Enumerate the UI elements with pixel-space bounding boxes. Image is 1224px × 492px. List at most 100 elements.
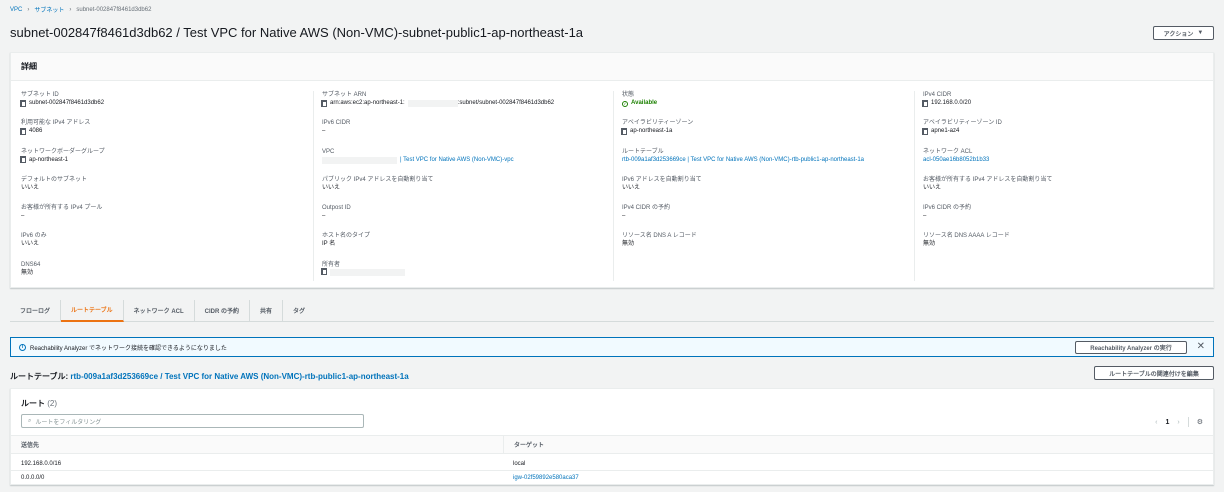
route-destination: 192.168.0.0/16 [21,460,62,467]
field-label: サブネット ID [21,92,59,98]
reachability-analyzer-button[interactable]: Reachability Analyzer の実行 [1075,341,1187,354]
copy-icon[interactable] [20,127,26,135]
copy-icon[interactable] [621,127,627,135]
route-table-link[interactable]: rtb-009a1af3d253669ce | Test VPC for Nat… [622,156,864,165]
field-label: デフォルトのサブネット [21,176,88,183]
route-table-heading-link[interactable]: rtb-009a1af3d253669ce / Test VPC for Nat… [70,372,408,381]
ipv4-cidr-value: 192.168.0.0/20 [931,100,972,106]
field-label: パブリック IPv4 アドレスを自動割り当て [322,176,434,183]
tab-tags[interactable]: タグ [283,300,315,322]
field-label: アベイラビリティーゾーン ID [923,120,1002,127]
tab-bar: フローログ ルートテーブル ネットワーク ACL CIDR の予約 共有 タグ [10,299,1214,322]
field-label: IPv6 アドレスを自動割り当て [622,176,702,183]
field-label: ネットワーク ACL [923,148,973,155]
field-label: IPv6 CIDR [322,120,351,127]
dns64-value: 無効 [21,269,34,276]
field-label: お客様が所有する IPv4 プール [21,205,103,212]
chevron-right-icon: › [27,6,30,13]
close-icon[interactable]: ✕ [1197,341,1205,352]
copy-icon[interactable] [20,156,26,164]
chevron-right-icon[interactable]: › [1177,419,1179,426]
field-label: リソース名 DNS AAAA レコード [923,233,1010,240]
dns-aaaa-value: 無効 [923,241,936,248]
field-label: ルートテーブル [622,148,664,155]
chevron-right-icon: › [69,6,72,13]
field-label: IPv4 CIDR [923,92,952,98]
search-icon: ⌕ [28,417,32,424]
route-target: local [513,460,526,467]
field-label: Outpost ID [322,205,351,212]
state-value: Available [631,100,658,106]
field-label: VPC [322,148,335,155]
border-group-value: ap-northeast-1 [29,156,69,163]
tab-cidr-reservations[interactable]: CIDR の予約 [195,299,250,322]
customer-auto-ipv4-value: いいえ [923,184,942,191]
copy-icon[interactable] [321,99,327,107]
page-title: subnet-002847f8461d3db62 / Test VPC for … [10,25,584,40]
copy-icon[interactable] [321,268,327,276]
routes-table-header: 送信先 ターゲット [11,435,1213,454]
field-label: サブネット ARN [322,92,367,98]
breadcrumb-vpc-link[interactable]: VPC [10,7,22,13]
table-row: 0.0.0.0/0 igw-02f59892e580aca37 [11,471,1213,485]
edit-route-table-association-button[interactable]: ルートテーブルの関連付けを編集 [1094,366,1214,380]
actions-button[interactable]: アクション ▼ [1153,26,1214,40]
actions-button-label: アクション [1163,31,1194,38]
redacted-block [330,268,405,276]
hostname-type-value: IP 名 [322,241,336,248]
customer-ipv4-pool-value: – [21,213,25,220]
tab-flow-logs[interactable]: フローログ [10,299,62,322]
field-label: お客様が所有する IPv4 アドレスを自動割り当て [923,176,1053,183]
copy-icon[interactable] [922,99,928,107]
ipv6-cidr-reservation-value: – [923,213,927,220]
tab-route-table[interactable]: ルートテーブル [61,299,124,322]
caret-down-icon: ▼ [1197,30,1204,36]
ipv4-cidr-reservation-value: – [622,213,626,220]
subnet-id-value: subnet-002847f8461d3db62 [29,100,105,106]
field-label: IPv4 CIDR の予約 [622,205,671,212]
routes-panel: ルート (2) ⌕ ルートをフィルタリング ‹ 1 › ⚙ 送信先 ターゲット … [10,388,1214,485]
route-table-heading: ルートテーブル: rtb-009a1af3d253669ce / Test VP… [10,371,409,382]
subnet-arn-suffix: :subnet/subnet-002847f8461d3db62 [457,100,555,106]
network-acl-link[interactable]: acl-050ae16b8052b1b33 [923,156,989,165]
gear-icon[interactable]: ⚙ [1197,418,1203,426]
routes-title-label: ルート [21,399,45,408]
field-label: 所有者 [322,261,341,268]
field-label: IPv6 のみ [21,233,47,240]
auto-assign-public-ipv4-value: いいえ [322,184,341,191]
redacted-block [407,100,458,107]
chevron-left-icon[interactable]: ‹ [1155,419,1157,426]
details-column-2: サブネット ARN arn:aws:ec2:ap-northeast-1: :sub… [313,91,613,281]
divider [1187,417,1189,427]
outpost-id-value: – [322,213,326,220]
tab-sharing[interactable]: 共有 [250,299,284,322]
routes-title: ルート (2) [21,398,57,409]
vpc-link[interactable]: | Test VPC for Native AWS (Non-VMC)-vpc [400,156,514,165]
field-label: ホスト名のタイプ [322,233,371,240]
details-column-1: サブネット ID subnet-002847f8461d3db62 利用可能な I… [20,91,311,289]
page-number[interactable]: 1 [1165,419,1169,426]
az-id-value: apne1-az4 [931,128,960,135]
breadcrumb: VPC › サブネット › subnet-002847f8461d3db62 [10,5,152,15]
pagination: ‹ 1 › ⚙ [1155,417,1203,427]
az-value: ap-northeast-1a [630,128,673,135]
routes-search-input[interactable]: ⌕ ルートをフィルタリング [21,414,364,428]
flash-text: Reachability Analyzer でネットワーク接続を確認できるように… [30,345,227,352]
copy-icon[interactable] [20,99,26,107]
field-label: 状態 [622,92,635,98]
field-label: リソース名 DNS A レコード [622,233,697,240]
tab-network-acl[interactable]: ネットワーク ACL [124,299,195,322]
copy-icon[interactable] [922,127,928,135]
breadcrumb-subnets-link[interactable]: サブネット [34,5,64,14]
ipv6-only-value: いいえ [21,241,40,248]
column-header-destination[interactable]: 送信先 [11,436,39,453]
route-target-link[interactable]: igw-02f59892e580aca37 [503,471,579,484]
details-column-3: 状態 ✓ Available アベイラビリティーゾーン ap-northeast-1a… [613,91,913,281]
breadcrumb-current: subnet-002847f8461d3db62 [76,6,152,13]
redacted-block [322,156,397,164]
route-table-heading-label: ルートテーブル: [10,372,71,381]
subnet-arn-prefix: arn:aws:ec2:ap-northeast-1: [330,100,405,106]
column-header-target[interactable]: ターゲット [503,436,544,453]
ipv6-cidr-value: – [322,128,326,135]
routes-count: (2) [47,399,58,408]
